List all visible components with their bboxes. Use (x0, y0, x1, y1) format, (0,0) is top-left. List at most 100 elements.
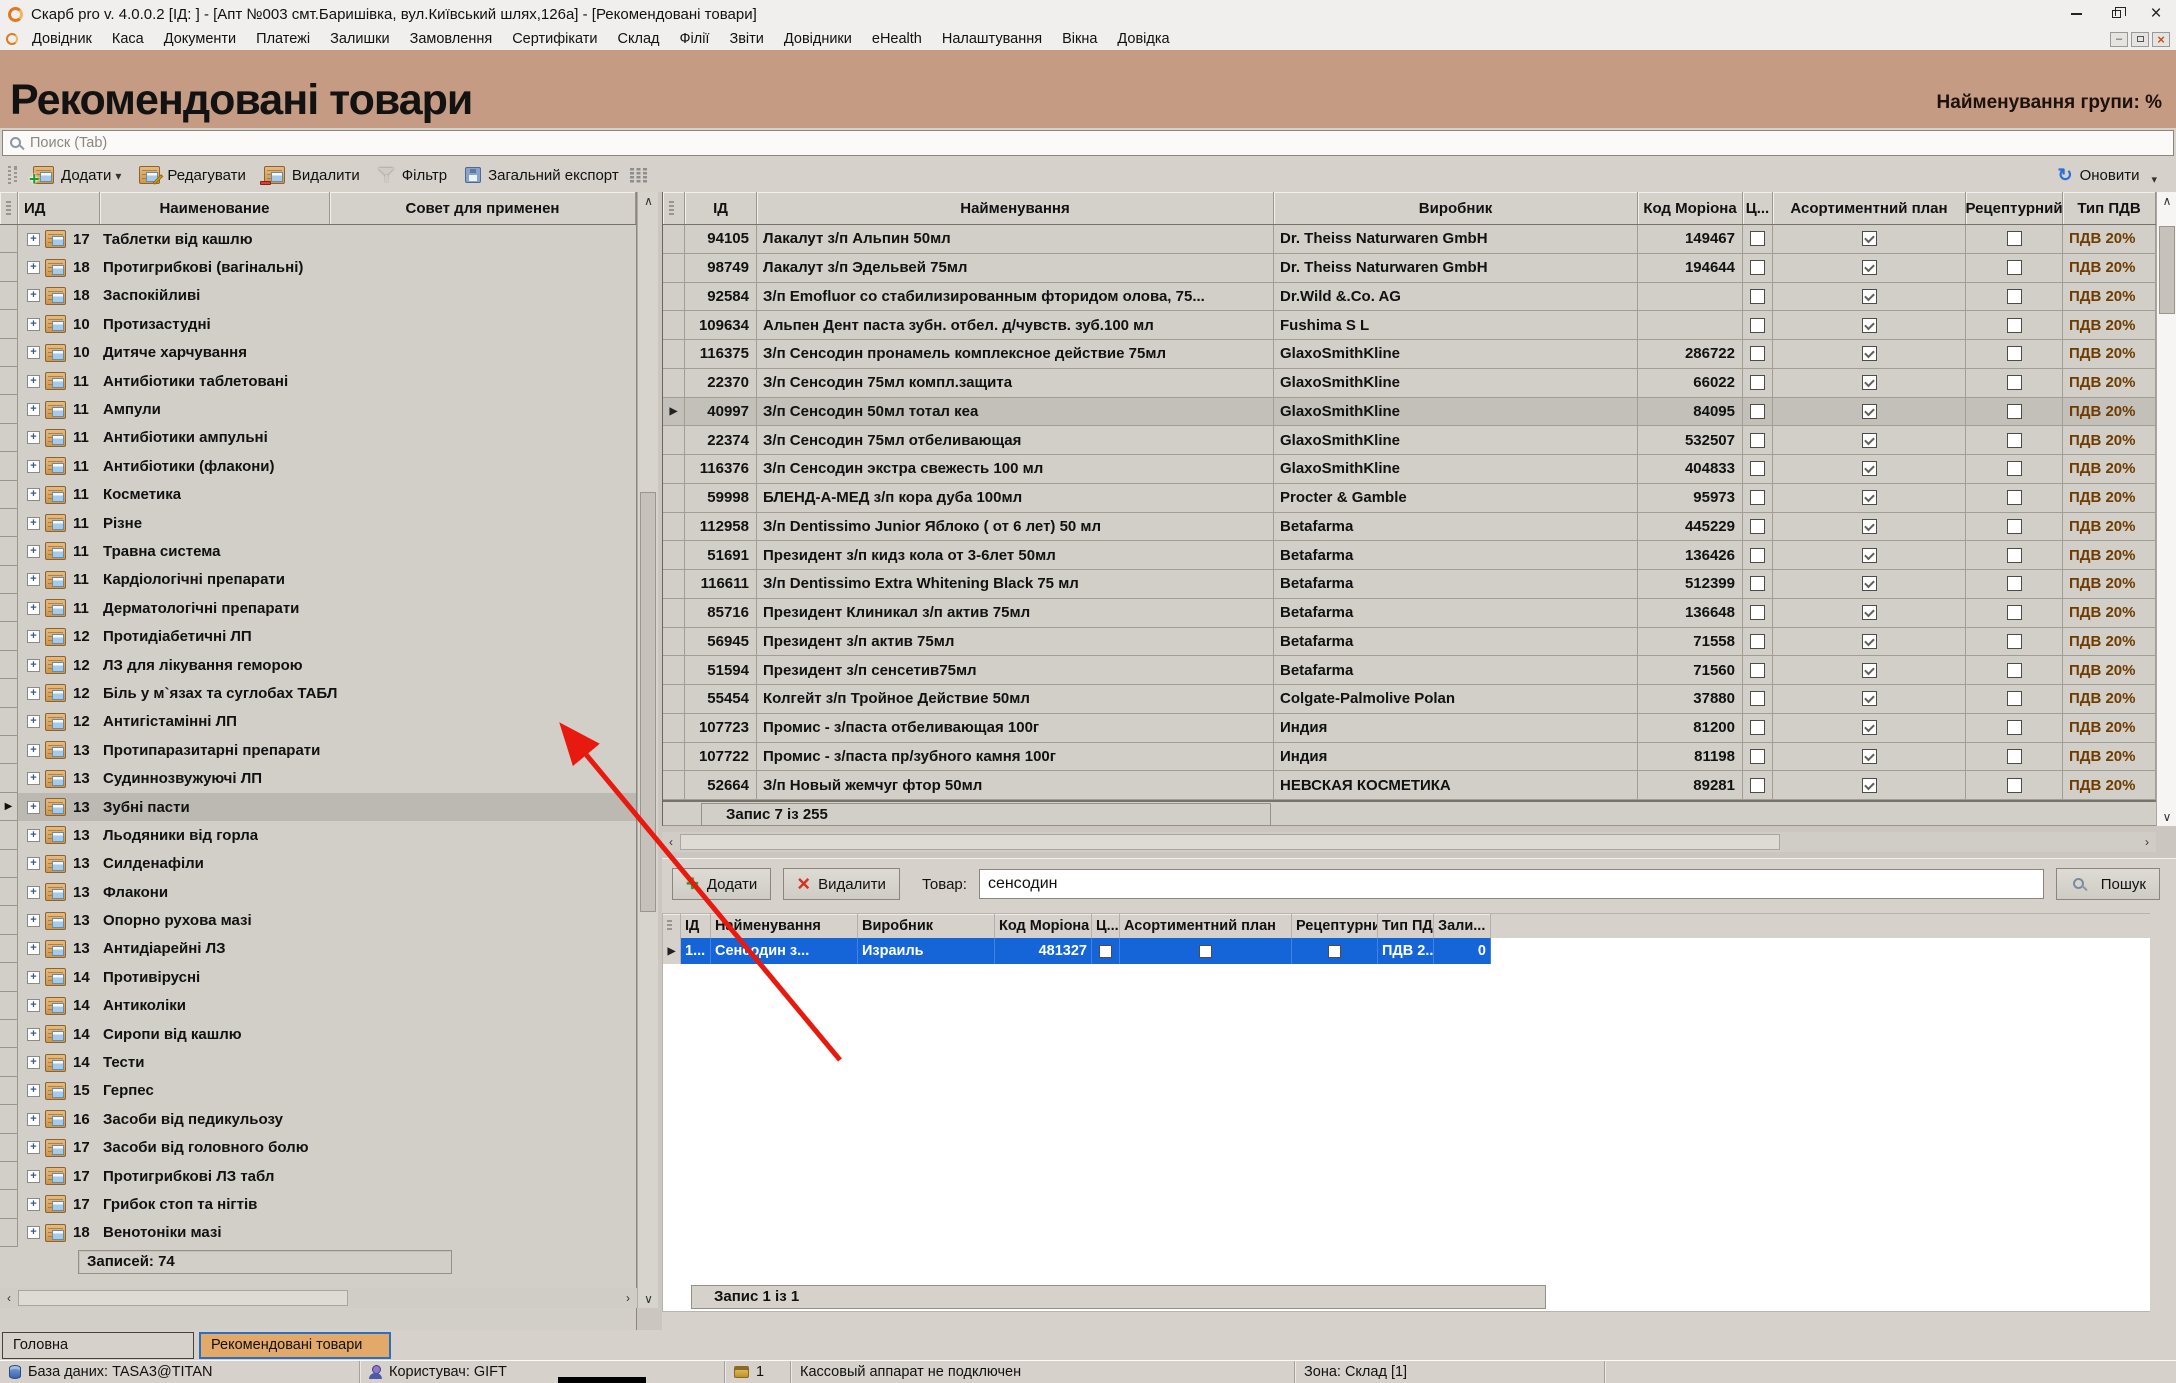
view-tab[interactable]: Головна (2, 1332, 194, 1359)
tree-row[interactable]: +13Опорно рухова мазі (0, 906, 636, 934)
tree-row[interactable]: +10Протизастудні (0, 310, 636, 338)
expand-icon[interactable]: + (27, 346, 40, 359)
bottom-delete-button[interactable]: × Видалити (783, 868, 900, 900)
checkbox[interactable] (1199, 945, 1212, 958)
mdi-restore-button[interactable] (2131, 32, 2149, 47)
column-header[interactable]: Найменування (711, 914, 858, 938)
scroll-right-icon[interactable]: › (2138, 832, 2156, 852)
table-row[interactable]: 109634Альпен Дент паста зубн. отбел. д/ч… (663, 311, 2156, 340)
tree-row[interactable]: +13Антидіарейні ЛЗ (0, 935, 636, 963)
expand-icon[interactable]: + (27, 687, 40, 700)
export-button[interactable]: Загальний експорт (458, 164, 626, 187)
expand-icon[interactable]: + (27, 772, 40, 785)
tree-row[interactable]: +18Венотоніки мазі (0, 1219, 636, 1247)
tree-row[interactable]: +13Флакони (0, 878, 636, 906)
column-header[interactable]: Зали... (1434, 914, 1491, 938)
expand-icon[interactable]: + (27, 375, 40, 388)
checkbox[interactable] (2007, 231, 2022, 246)
checkbox[interactable] (1862, 548, 1877, 563)
tree-row[interactable]: +11Кардіологічні препарати (0, 566, 636, 594)
table-row[interactable]: 116376З/п Сенсодин экстра свежесть 100 м… (663, 455, 2156, 484)
table-row[interactable]: 59998БЛЕНД-А-МЕД з/п кора дуба 100млProc… (663, 484, 2156, 513)
scroll-up-icon[interactable]: ∧ (2157, 192, 2176, 210)
tree-row[interactable]: +15Герпес (0, 1077, 636, 1105)
tree-row[interactable]: +14Антиколіки (0, 992, 636, 1020)
mdi-minimize-button[interactable]: – (2110, 32, 2128, 47)
scrollbar-thumb[interactable] (640, 492, 656, 912)
add-button[interactable]: + Додати (26, 163, 128, 187)
delete-button[interactable]: Видалити (257, 163, 367, 187)
menu-item[interactable]: Довідники (774, 31, 862, 47)
column-header[interactable]: Код Моріона (995, 914, 1092, 938)
expand-icon[interactable]: + (27, 261, 40, 274)
tree-row[interactable]: ▶+13Зубні пасти (0, 793, 636, 821)
menu-item[interactable]: Платежі (246, 31, 320, 47)
checkbox[interactable] (2007, 260, 2022, 275)
checkbox[interactable] (1750, 404, 1765, 419)
table-row[interactable]: 94105Лакалут з/п Альпин 50млDr. Theiss N… (663, 225, 2156, 254)
menu-item[interactable]: Склад (608, 31, 670, 47)
tree-row[interactable]: +17Грибок стоп та нігтів (0, 1190, 636, 1218)
checkbox[interactable] (2007, 576, 2022, 591)
column-header[interactable]: Код Моріона (1638, 192, 1743, 224)
expand-icon[interactable]: + (27, 744, 40, 757)
checkbox[interactable] (1750, 576, 1765, 591)
checkbox[interactable] (1750, 519, 1765, 534)
checkbox[interactable] (1750, 548, 1765, 563)
minimize-button[interactable] (2056, 0, 2096, 28)
tree-row[interactable]: +11Ампули (0, 395, 636, 423)
filter-button[interactable]: Фільтр (371, 164, 454, 187)
tree-row[interactable]: +17Засоби від головного болю (0, 1134, 636, 1162)
tree-row[interactable]: +13Судиннозвужуючі ЛП (0, 764, 636, 792)
expand-icon[interactable]: + (27, 488, 40, 501)
column-header[interactable]: Виробник (858, 914, 995, 938)
table-row[interactable]: 22370З/п Сенсодин 75мл компл.защитаGlaxo… (663, 369, 2156, 398)
table-row[interactable]: 55454Колгейт з/п Тройное Действие 50млCo… (663, 685, 2156, 714)
table-row[interactable]: 22374З/п Сенсодин 75мл отбеливающаяGlaxo… (663, 426, 2156, 455)
expand-icon[interactable]: + (27, 318, 40, 331)
checkbox[interactable] (2007, 404, 2022, 419)
tree-row[interactable]: +11Косметика (0, 481, 636, 509)
checkbox[interactable] (1862, 519, 1877, 534)
tree-column-name[interactable]: Наименование (100, 192, 330, 224)
table-row[interactable]: 85716Президент Клиникал з/п актив 75млBe… (663, 599, 2156, 628)
expand-icon[interactable]: + (27, 1113, 40, 1126)
checkbox[interactable] (2007, 346, 2022, 361)
tree-row[interactable]: +11Дерматологічні препарати (0, 594, 636, 622)
table-row[interactable]: 107723Промис - з/паста отбеливающая 100г… (663, 714, 2156, 743)
tree-horizontal-scrollbar[interactable]: ‹ › (0, 1288, 637, 1308)
column-header[interactable]: Асортиментний план (1773, 192, 1966, 224)
checkbox[interactable] (1862, 634, 1877, 649)
mdi-close-button[interactable]: × (2152, 32, 2170, 47)
checkbox[interactable] (1862, 346, 1877, 361)
expand-icon[interactable]: + (27, 233, 40, 246)
checkbox[interactable] (1862, 691, 1877, 706)
expand-icon[interactable]: + (27, 289, 40, 302)
column-header[interactable]: Ц... (1092, 914, 1120, 938)
tree-row[interactable]: +14Противірусні (0, 963, 636, 991)
menu-item[interactable]: Вікна (1052, 31, 1107, 47)
expand-icon[interactable]: + (27, 801, 40, 814)
scroll-left-icon[interactable]: ‹ (0, 1288, 18, 1308)
menu-item[interactable]: Довідник (22, 31, 102, 47)
checkbox[interactable] (1862, 778, 1877, 793)
tree-row[interactable]: +11Різне (0, 509, 636, 537)
expand-icon[interactable]: + (27, 602, 40, 615)
expand-icon[interactable]: + (27, 573, 40, 586)
checkbox[interactable] (2007, 375, 2022, 390)
menu-item[interactable]: Документи (154, 31, 246, 47)
search-input[interactable] (30, 135, 2173, 151)
checkbox[interactable] (1862, 260, 1877, 275)
checkbox[interactable] (2007, 490, 2022, 505)
checkbox[interactable] (1750, 691, 1765, 706)
table-row[interactable]: 116375З/п Сенсодин пронамель комплексное… (663, 340, 2156, 369)
menu-item[interactable]: Налаштування (932, 31, 1052, 47)
checkbox[interactable] (1750, 605, 1765, 620)
column-header[interactable]: Найменування (757, 192, 1274, 224)
tree-row[interactable]: +10Дитяче харчування (0, 339, 636, 367)
column-header[interactable]: Тип ПДВ (1378, 914, 1434, 938)
scroll-up-icon[interactable]: ∧ (638, 192, 659, 210)
checkbox[interactable] (1862, 375, 1877, 390)
checkbox[interactable] (1750, 260, 1765, 275)
checkbox[interactable] (2007, 691, 2022, 706)
